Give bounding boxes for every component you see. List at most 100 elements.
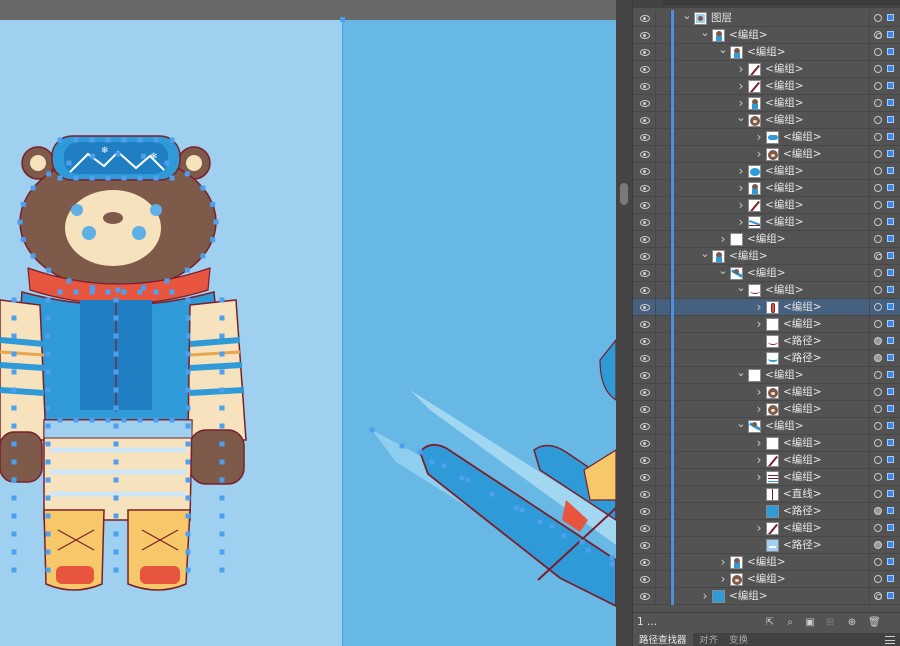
- eye-icon[interactable]: [638, 217, 652, 227]
- target-icon[interactable]: [874, 167, 882, 175]
- lock-toggle[interactable]: [655, 571, 671, 588]
- lock-toggle[interactable]: [655, 520, 671, 537]
- target-icon[interactable]: [874, 150, 882, 158]
- target-icon[interactable]: [874, 65, 882, 73]
- chevron-icon[interactable]: ›: [735, 180, 747, 197]
- selection-indicator[interactable]: [887, 303, 894, 310]
- layer-row[interactable]: › <编组>: [633, 180, 900, 197]
- target-icon[interactable]: [874, 575, 882, 583]
- lock-toggle[interactable]: [655, 248, 671, 265]
- selection-indicator[interactable]: [887, 133, 894, 140]
- eye-icon[interactable]: [638, 234, 652, 244]
- target-icon[interactable]: [874, 133, 882, 141]
- selection-indicator[interactable]: [887, 575, 894, 582]
- layer-row[interactable]: ⌄ <编组>: [633, 27, 900, 44]
- chevron-icon[interactable]: ›: [753, 384, 765, 401]
- lock-toggle[interactable]: [655, 197, 671, 214]
- eye-icon[interactable]: [638, 489, 652, 499]
- chevron-icon[interactable]: ⌄: [735, 282, 747, 299]
- lock-toggle[interactable]: [655, 129, 671, 146]
- eye-icon[interactable]: [638, 132, 652, 142]
- selection-indicator[interactable]: [887, 320, 894, 327]
- eye-icon[interactable]: [638, 506, 652, 516]
- eye-icon[interactable]: [638, 319, 652, 329]
- eye-icon[interactable]: [638, 115, 652, 125]
- target-icon[interactable]: [874, 184, 882, 192]
- selection-indicator[interactable]: [887, 184, 894, 191]
- selection-indicator[interactable]: [887, 422, 894, 429]
- lock-toggle[interactable]: [655, 78, 671, 95]
- eye-icon[interactable]: [638, 438, 652, 448]
- target-icon[interactable]: [874, 269, 882, 277]
- eye-icon[interactable]: [638, 574, 652, 584]
- lock-toggle[interactable]: [655, 316, 671, 333]
- lock-toggle[interactable]: [655, 214, 671, 231]
- layer-row[interactable]: <路径>: [633, 503, 900, 520]
- chevron-icon[interactable]: ⌄: [735, 112, 747, 129]
- selection-indicator[interactable]: [887, 592, 894, 599]
- target-icon[interactable]: [874, 337, 882, 345]
- selection-indicator[interactable]: [887, 167, 894, 174]
- lock-toggle[interactable]: [655, 452, 671, 469]
- lock-toggle[interactable]: [655, 418, 671, 435]
- layer-row[interactable]: › <编组>: [633, 95, 900, 112]
- layer-row[interactable]: › <编组>: [633, 401, 900, 418]
- canvas[interactable]: ❄ ❄: [0, 0, 616, 646]
- eye-icon[interactable]: [638, 98, 652, 108]
- selection-indicator[interactable]: [887, 473, 894, 480]
- target-icon[interactable]: [874, 456, 882, 464]
- lock-toggle[interactable]: [655, 435, 671, 452]
- eye-icon[interactable]: [638, 523, 652, 533]
- target-icon[interactable]: [874, 541, 882, 549]
- search-icon[interactable]: ⌕: [784, 617, 796, 629]
- canvas-scrollbar[interactable]: [616, 0, 632, 646]
- eye-icon[interactable]: [638, 13, 652, 23]
- tab-align[interactable]: 对齐: [693, 633, 724, 646]
- eye-icon[interactable]: [638, 353, 652, 363]
- chevron-icon[interactable]: ›: [735, 95, 747, 112]
- lock-toggle[interactable]: [655, 180, 671, 197]
- target-icon[interactable]: [874, 473, 882, 481]
- layer-row[interactable]: › <编组>: [633, 520, 900, 537]
- target-icon[interactable]: [874, 31, 882, 39]
- chevron-icon[interactable]: ›: [753, 401, 765, 418]
- selection-indicator[interactable]: [887, 507, 894, 514]
- layer-row[interactable]: › <编组>: [633, 61, 900, 78]
- chevron-icon[interactable]: ⌄: [735, 367, 747, 384]
- lock-toggle[interactable]: [655, 231, 671, 248]
- target-icon[interactable]: [874, 14, 882, 22]
- chevron-icon[interactable]: ›: [699, 588, 711, 605]
- lock-toggle[interactable]: [655, 282, 671, 299]
- selection-indicator[interactable]: [887, 354, 894, 361]
- target-icon[interactable]: [874, 405, 882, 413]
- selection-indicator[interactable]: [887, 65, 894, 72]
- eye-icon[interactable]: [638, 472, 652, 482]
- chevron-icon[interactable]: ›: [735, 197, 747, 214]
- lock-toggle[interactable]: [655, 588, 671, 605]
- new-layer-icon[interactable]: ⊕: [846, 617, 858, 629]
- lock-toggle[interactable]: [655, 333, 671, 350]
- layer-row[interactable]: <路径>: [633, 350, 900, 367]
- layer-row[interactable]: › <编组>: [633, 299, 900, 316]
- selection-indicator[interactable]: [887, 490, 894, 497]
- target-icon[interactable]: [874, 235, 882, 243]
- chevron-icon[interactable]: ›: [753, 129, 765, 146]
- lock-toggle[interactable]: [655, 146, 671, 163]
- target-icon[interactable]: [874, 286, 882, 294]
- layer-row[interactable]: › <编组>: [633, 214, 900, 231]
- tab-transform[interactable]: 变换: [723, 633, 754, 646]
- eye-icon[interactable]: [638, 285, 652, 295]
- target-icon[interactable]: [874, 558, 882, 566]
- selection-indicator[interactable]: [887, 558, 894, 565]
- eye-icon[interactable]: [638, 251, 652, 261]
- layer-row[interactable]: ⌄ <编组>: [633, 112, 900, 129]
- eye-icon[interactable]: [638, 370, 652, 380]
- layer-row[interactable]: ⌄ <编组>: [633, 367, 900, 384]
- lock-toggle[interactable]: [655, 61, 671, 78]
- selection-indicator[interactable]: [887, 31, 894, 38]
- eye-icon[interactable]: [638, 421, 652, 431]
- eye-icon[interactable]: [638, 81, 652, 91]
- lock-toggle[interactable]: [655, 537, 671, 554]
- selection-indicator[interactable]: [887, 337, 894, 344]
- selection-indicator[interactable]: [887, 150, 894, 157]
